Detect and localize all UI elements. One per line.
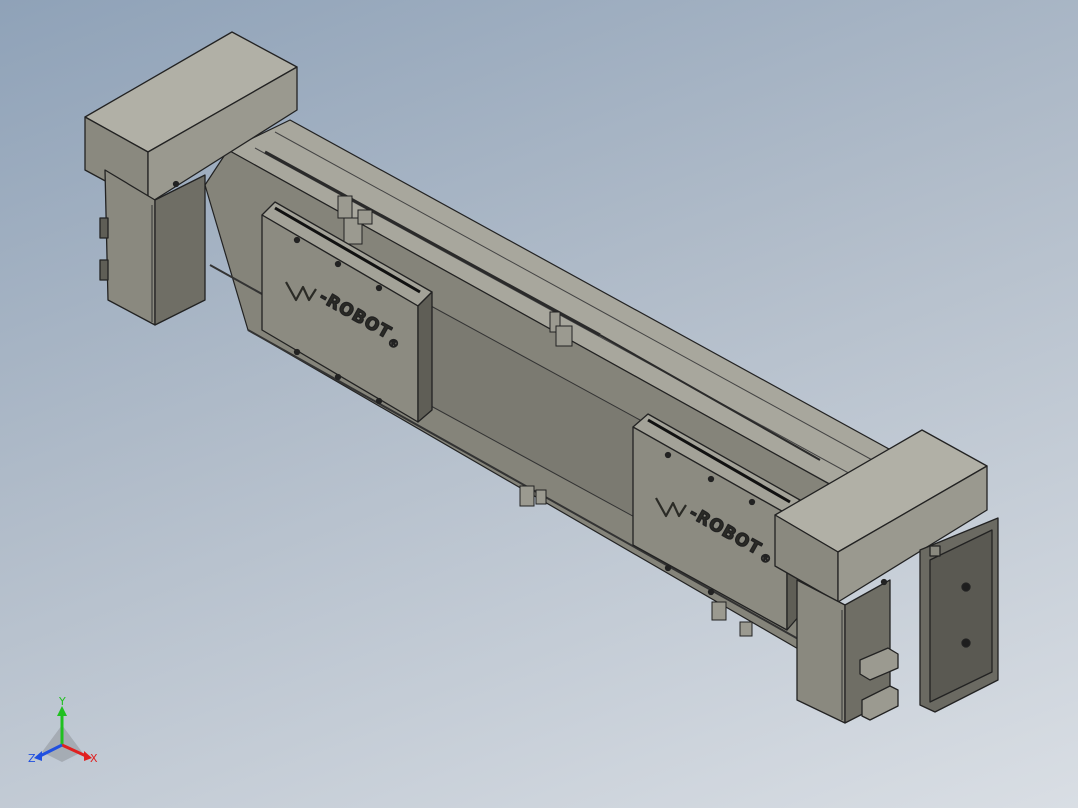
right-cap-screw (880, 578, 888, 586)
carriage-right-screw-4 (664, 564, 672, 572)
left-cap-post-side (154, 174, 206, 326)
carriage-right-screw-2 (707, 475, 715, 483)
carriage-left-screw-1 (293, 236, 301, 244)
motor-bolt-1 (961, 582, 971, 592)
left-cap-tab-2 (99, 259, 109, 281)
motor-bolt-2 (961, 638, 971, 648)
carriage-right-screw-1 (664, 451, 672, 459)
carriage-left-screw-4 (293, 348, 301, 356)
left-cap-screw (172, 180, 180, 188)
triad-y-label: Y (58, 695, 66, 708)
linear-module-model[interactable]: -ROBOT ® -ROBOT ® Y X Z (0, 0, 1078, 808)
carriage-right-registered: ® (760, 552, 771, 565)
carriage-left-screw-3 (375, 284, 383, 292)
carriage-right-screw-3 (748, 498, 756, 506)
motor-connector-top (929, 545, 941, 557)
carriage-left-registered: ® (388, 337, 399, 350)
left-cap-tab-1 (99, 217, 109, 239)
right-cap-post-front (796, 579, 846, 724)
carriage-left-side (417, 291, 433, 423)
cad-viewport[interactable]: -ROBOT ® -ROBOT ® Y X Z (0, 0, 1078, 808)
carriage-right-screw-5 (707, 588, 715, 596)
triad-x-label: X (90, 752, 98, 765)
triad-z-label: Z (28, 752, 36, 765)
carriage-left-screw-6 (375, 397, 383, 405)
carriage-left-screw-2 (334, 260, 342, 268)
carriage-left-screw-5 (334, 373, 342, 381)
orientation-triad[interactable]: Y X Z (28, 695, 98, 765)
